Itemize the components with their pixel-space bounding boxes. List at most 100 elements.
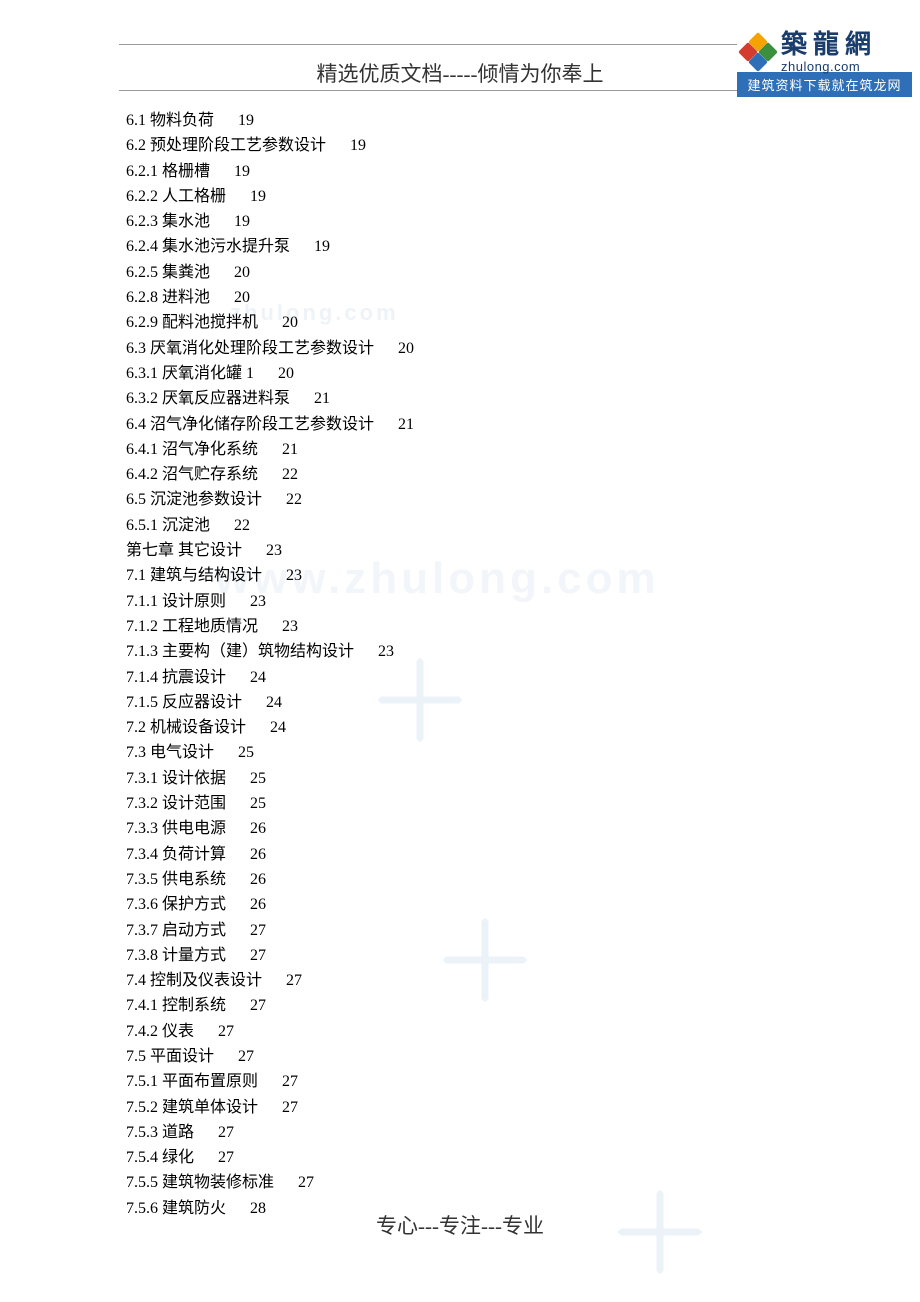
toc-num: 7.1.3: [126, 643, 158, 660]
toc-page: 24: [242, 694, 282, 711]
toc-title: 进料池: [158, 289, 210, 306]
toc-page: 20: [254, 365, 294, 382]
toc-title: 供电电源: [158, 820, 226, 837]
toc-num: 6.5: [126, 491, 146, 508]
toc-num: 6.2.2: [126, 188, 158, 205]
toc-row: 6.3 厌氧消化处理阶段工艺参数设计 20: [122, 336, 802, 361]
toc-num: 6.2.4: [126, 238, 158, 255]
toc-num: 7.3.5: [126, 871, 158, 888]
toc-page: 24: [246, 719, 286, 736]
toc-row: 7.5 平面设计 27: [122, 1044, 802, 1069]
toc-row: 7.1 建筑与结构设计 23: [122, 563, 802, 588]
toc-num: 6.1: [126, 112, 146, 129]
toc-page: 21: [290, 390, 330, 407]
toc-page: 27: [274, 1174, 314, 1191]
toc-page: 27: [194, 1149, 234, 1166]
toc-title: 主要构（建）筑物结构设计: [158, 643, 354, 660]
toc-page: 25: [226, 770, 266, 787]
toc-page: 27: [226, 922, 266, 939]
toc-page: 23: [262, 567, 302, 584]
toc-page: 26: [226, 871, 266, 888]
toc-page: 19: [210, 163, 250, 180]
toc-title: 启动方式: [158, 922, 226, 939]
toc-title: 设计原则: [158, 593, 226, 610]
toc-title: 设计依据: [158, 770, 226, 787]
toc-num: 6.2.9: [126, 314, 158, 331]
toc-num: 7.1: [126, 567, 146, 584]
toc-num: 7.3.6: [126, 896, 158, 913]
toc-num: 7.3.3: [126, 820, 158, 837]
toc-row: 7.4 控制及仪表设计 27: [122, 968, 802, 993]
toc-row: 6.4 沼气净化储存阶段工艺参数设计 21: [122, 412, 802, 437]
toc-page: 19: [210, 213, 250, 230]
page-footer: 专心---专注---专业: [0, 1210, 920, 1240]
toc-title: 平面布置原则: [158, 1073, 258, 1090]
toc-num: 6.2: [126, 137, 146, 154]
toc-num: 7.5.3: [126, 1124, 158, 1141]
toc-title: 其它设计: [174, 542, 242, 559]
toc-row: 7.4.2 仪表 27: [122, 1019, 802, 1044]
toc-title: 计量方式: [158, 947, 226, 964]
toc-title: 厌氧反应器进料泵: [158, 390, 290, 407]
toc-row: 7.5.1 平面布置原则 27: [122, 1069, 802, 1094]
toc-row: 7.3 电气设计 25: [122, 740, 802, 765]
toc-title: 人工格栅: [158, 188, 226, 205]
toc-title: 厌氧消化罐 1: [158, 365, 254, 382]
toc-num: 7.1.1: [126, 593, 158, 610]
toc-row: 6.2 预处理阶段工艺参数设计 19: [122, 133, 802, 158]
toc-num: 7.1.5: [126, 694, 158, 711]
toc-row: 6.5.1 沉淀池 22: [122, 513, 802, 538]
toc-title: 厌氧消化处理阶段工艺参数设计: [146, 340, 374, 357]
toc-title: 配料池搅拌机: [158, 314, 258, 331]
toc-row: 6.2.9 配料池搅拌机 20: [122, 310, 802, 335]
toc-num: 6.2.1: [126, 163, 158, 180]
toc-title: 仪表: [158, 1023, 194, 1040]
toc-num: 7.5.1: [126, 1073, 158, 1090]
toc-page: 23: [354, 643, 394, 660]
toc-page: 25: [214, 744, 254, 761]
toc-num: 7.3.7: [126, 922, 158, 939]
toc-row: 6.4.2 沼气贮存系统 22: [122, 462, 802, 487]
toc-num: 6.4.1: [126, 441, 158, 458]
toc-num: 6.5.1: [126, 517, 158, 534]
toc-row: 7.1.2 工程地质情况 23: [122, 614, 802, 639]
logo-text: 築龍網 zhulong.com: [781, 32, 877, 73]
toc-title: 道路: [158, 1124, 194, 1141]
toc-page: 19: [226, 188, 266, 205]
toc-title: 格栅槽: [158, 163, 210, 180]
toc-page: 22: [210, 517, 250, 534]
toc-title: 沉淀池参数设计: [146, 491, 262, 508]
toc-page: 25: [226, 795, 266, 812]
toc-row: 6.5 沉淀池参数设计 22: [122, 487, 802, 512]
toc-page: 23: [242, 542, 282, 559]
toc-title: 集粪池: [158, 264, 210, 281]
toc-num: 6.4.2: [126, 466, 158, 483]
toc-title: 抗震设计: [158, 669, 226, 686]
toc-page: 20: [210, 264, 250, 281]
toc-num: 7.1.2: [126, 618, 158, 635]
toc-page: 27: [194, 1124, 234, 1141]
toc-title: 平面设计: [146, 1048, 214, 1065]
toc-num: 7.3: [126, 744, 146, 761]
toc-row: 7.5.4 绿化 27: [122, 1145, 802, 1170]
toc-row: 7.1.4 抗震设计 24: [122, 665, 802, 690]
toc-page: 27: [214, 1048, 254, 1065]
toc-page: 23: [258, 618, 298, 635]
toc-title: 预处理阶段工艺参数设计: [146, 137, 326, 154]
toc-num: 6.2.3: [126, 213, 158, 230]
toc-row: 7.1.5 反应器设计 24: [122, 690, 802, 715]
toc-title: 反应器设计: [158, 694, 242, 711]
toc-row: 6.2.8 进料池 20: [122, 285, 802, 310]
toc-row: 7.3.7 启动方式 27: [122, 918, 802, 943]
toc-num: 7.4.2: [126, 1023, 158, 1040]
toc-row: 6.3.1 厌氧消化罐 1 20: [122, 361, 802, 386]
toc-page: 27: [226, 997, 266, 1014]
toc-title: 沼气贮存系统: [158, 466, 258, 483]
toc-row: 7.3.4 负荷计算 26: [122, 842, 802, 867]
toc-page: 27: [258, 1099, 298, 1116]
toc-num: 7.3.1: [126, 770, 158, 787]
logo-banner: 建筑资料下载就在筑龙网: [737, 72, 912, 97]
toc-row: 7.1.1 设计原则 23: [122, 589, 802, 614]
toc-title: 电气设计: [146, 744, 214, 761]
toc-num: 7.5: [126, 1048, 146, 1065]
